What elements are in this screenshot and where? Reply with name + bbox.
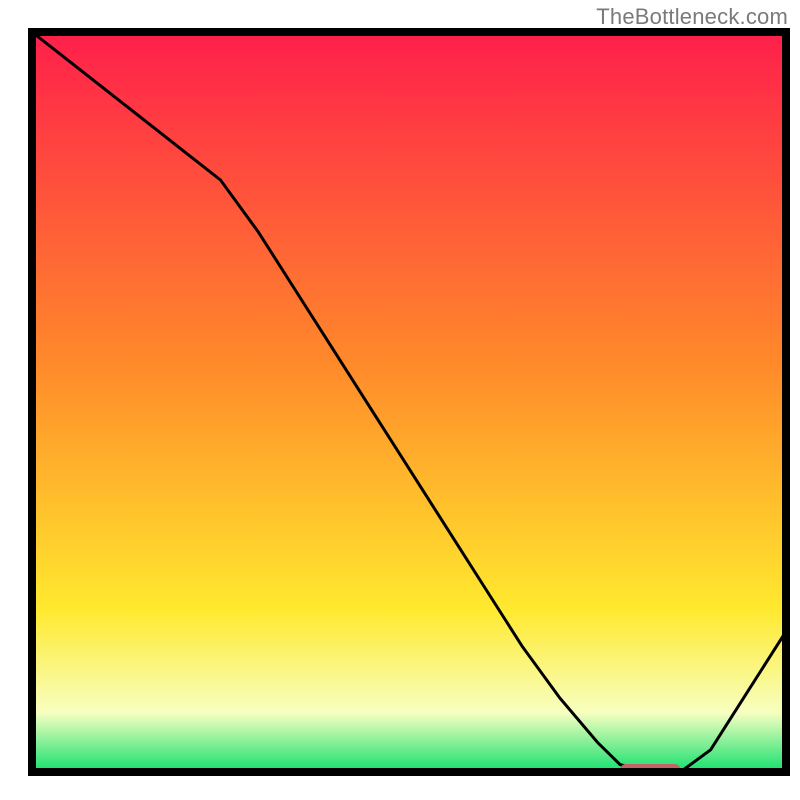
chart-svg [0, 0, 800, 800]
plot-area [32, 32, 786, 776]
chart-container: { "attribution": "TheBottleneck.com", "c… [0, 0, 800, 800]
gradient-background [32, 32, 786, 772]
attribution-text: TheBottleneck.com [596, 4, 788, 30]
